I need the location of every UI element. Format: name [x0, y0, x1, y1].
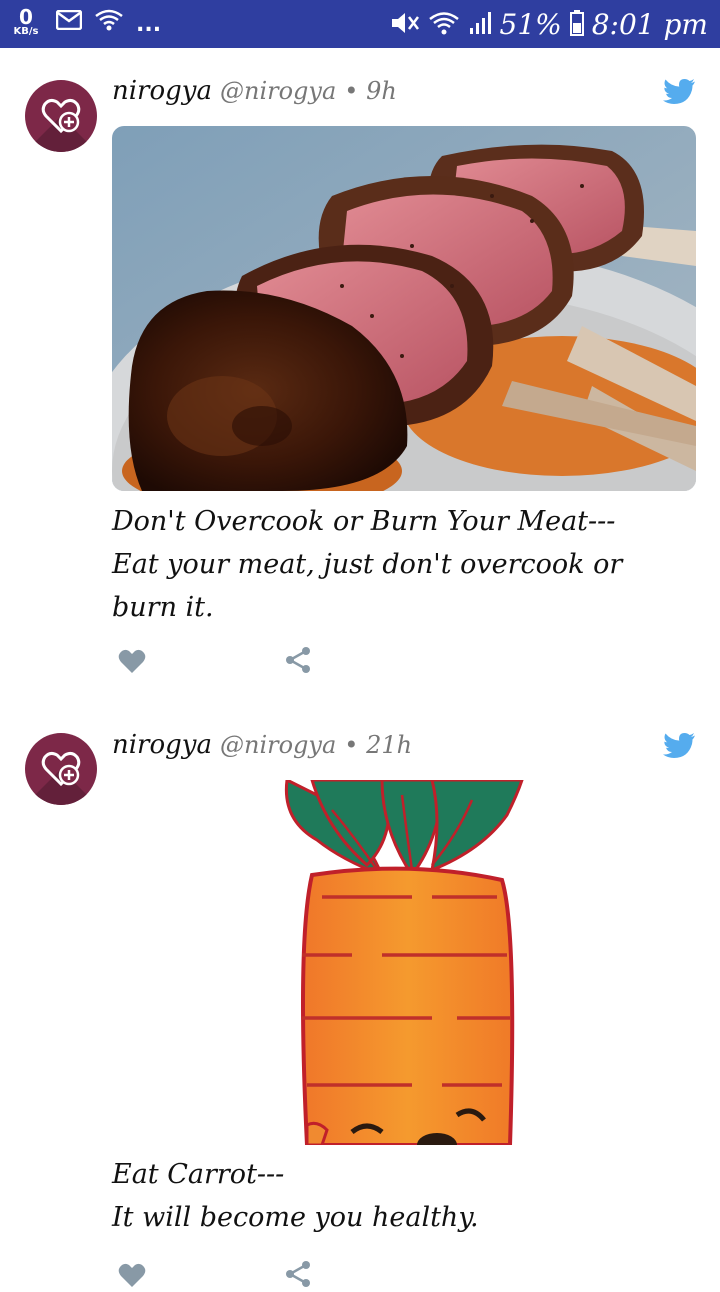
like-heart-icon[interactable] — [118, 1262, 146, 1292]
post-time: • 9h — [344, 77, 397, 105]
author-name[interactable]: nirogya — [112, 730, 212, 760]
avatar[interactable] — [25, 80, 97, 152]
post-image[interactable] — [112, 780, 696, 1145]
mail-icon — [55, 9, 83, 34]
twitter-bird-icon[interactable] — [662, 78, 696, 110]
wifi-signal-icon — [428, 10, 460, 40]
post-time: • 21h — [344, 731, 413, 759]
battery-icon — [569, 9, 584, 40]
lamb-chops-photo — [112, 126, 696, 491]
share-icon[interactable] — [284, 1260, 312, 1292]
share-icon[interactable] — [284, 646, 312, 678]
status-bar: 0 KB/s ... 51% 8:01 pm — [0, 0, 720, 48]
more-notifications: ... — [136, 12, 162, 37]
like-heart-icon[interactable] — [118, 648, 146, 678]
battery-percent: 51% — [499, 8, 562, 41]
author-handle[interactable]: @nirogya — [220, 77, 336, 105]
mute-icon — [390, 10, 420, 40]
heart-plus-icon — [41, 751, 81, 787]
network-speed: 0 KB/s — [13, 4, 39, 37]
post-image[interactable] — [112, 126, 696, 491]
post-text: Don't Overcook or Burn Your Meat--- Eat … — [112, 506, 623, 623]
clock: 8:01 pm — [591, 8, 708, 41]
author-name[interactable]: nirogya — [112, 76, 212, 106]
twitter-bird-icon[interactable] — [662, 732, 696, 764]
avatar[interactable] — [25, 733, 97, 805]
cell-signal-icon — [468, 10, 492, 40]
heart-plus-icon — [41, 98, 81, 134]
post-text: Eat Carrot--- It will become you healthy… — [112, 1159, 479, 1233]
wifi-icon — [94, 8, 124, 36]
author-handle[interactable]: @nirogya — [220, 731, 336, 759]
carrot-illustration — [112, 780, 696, 1145]
